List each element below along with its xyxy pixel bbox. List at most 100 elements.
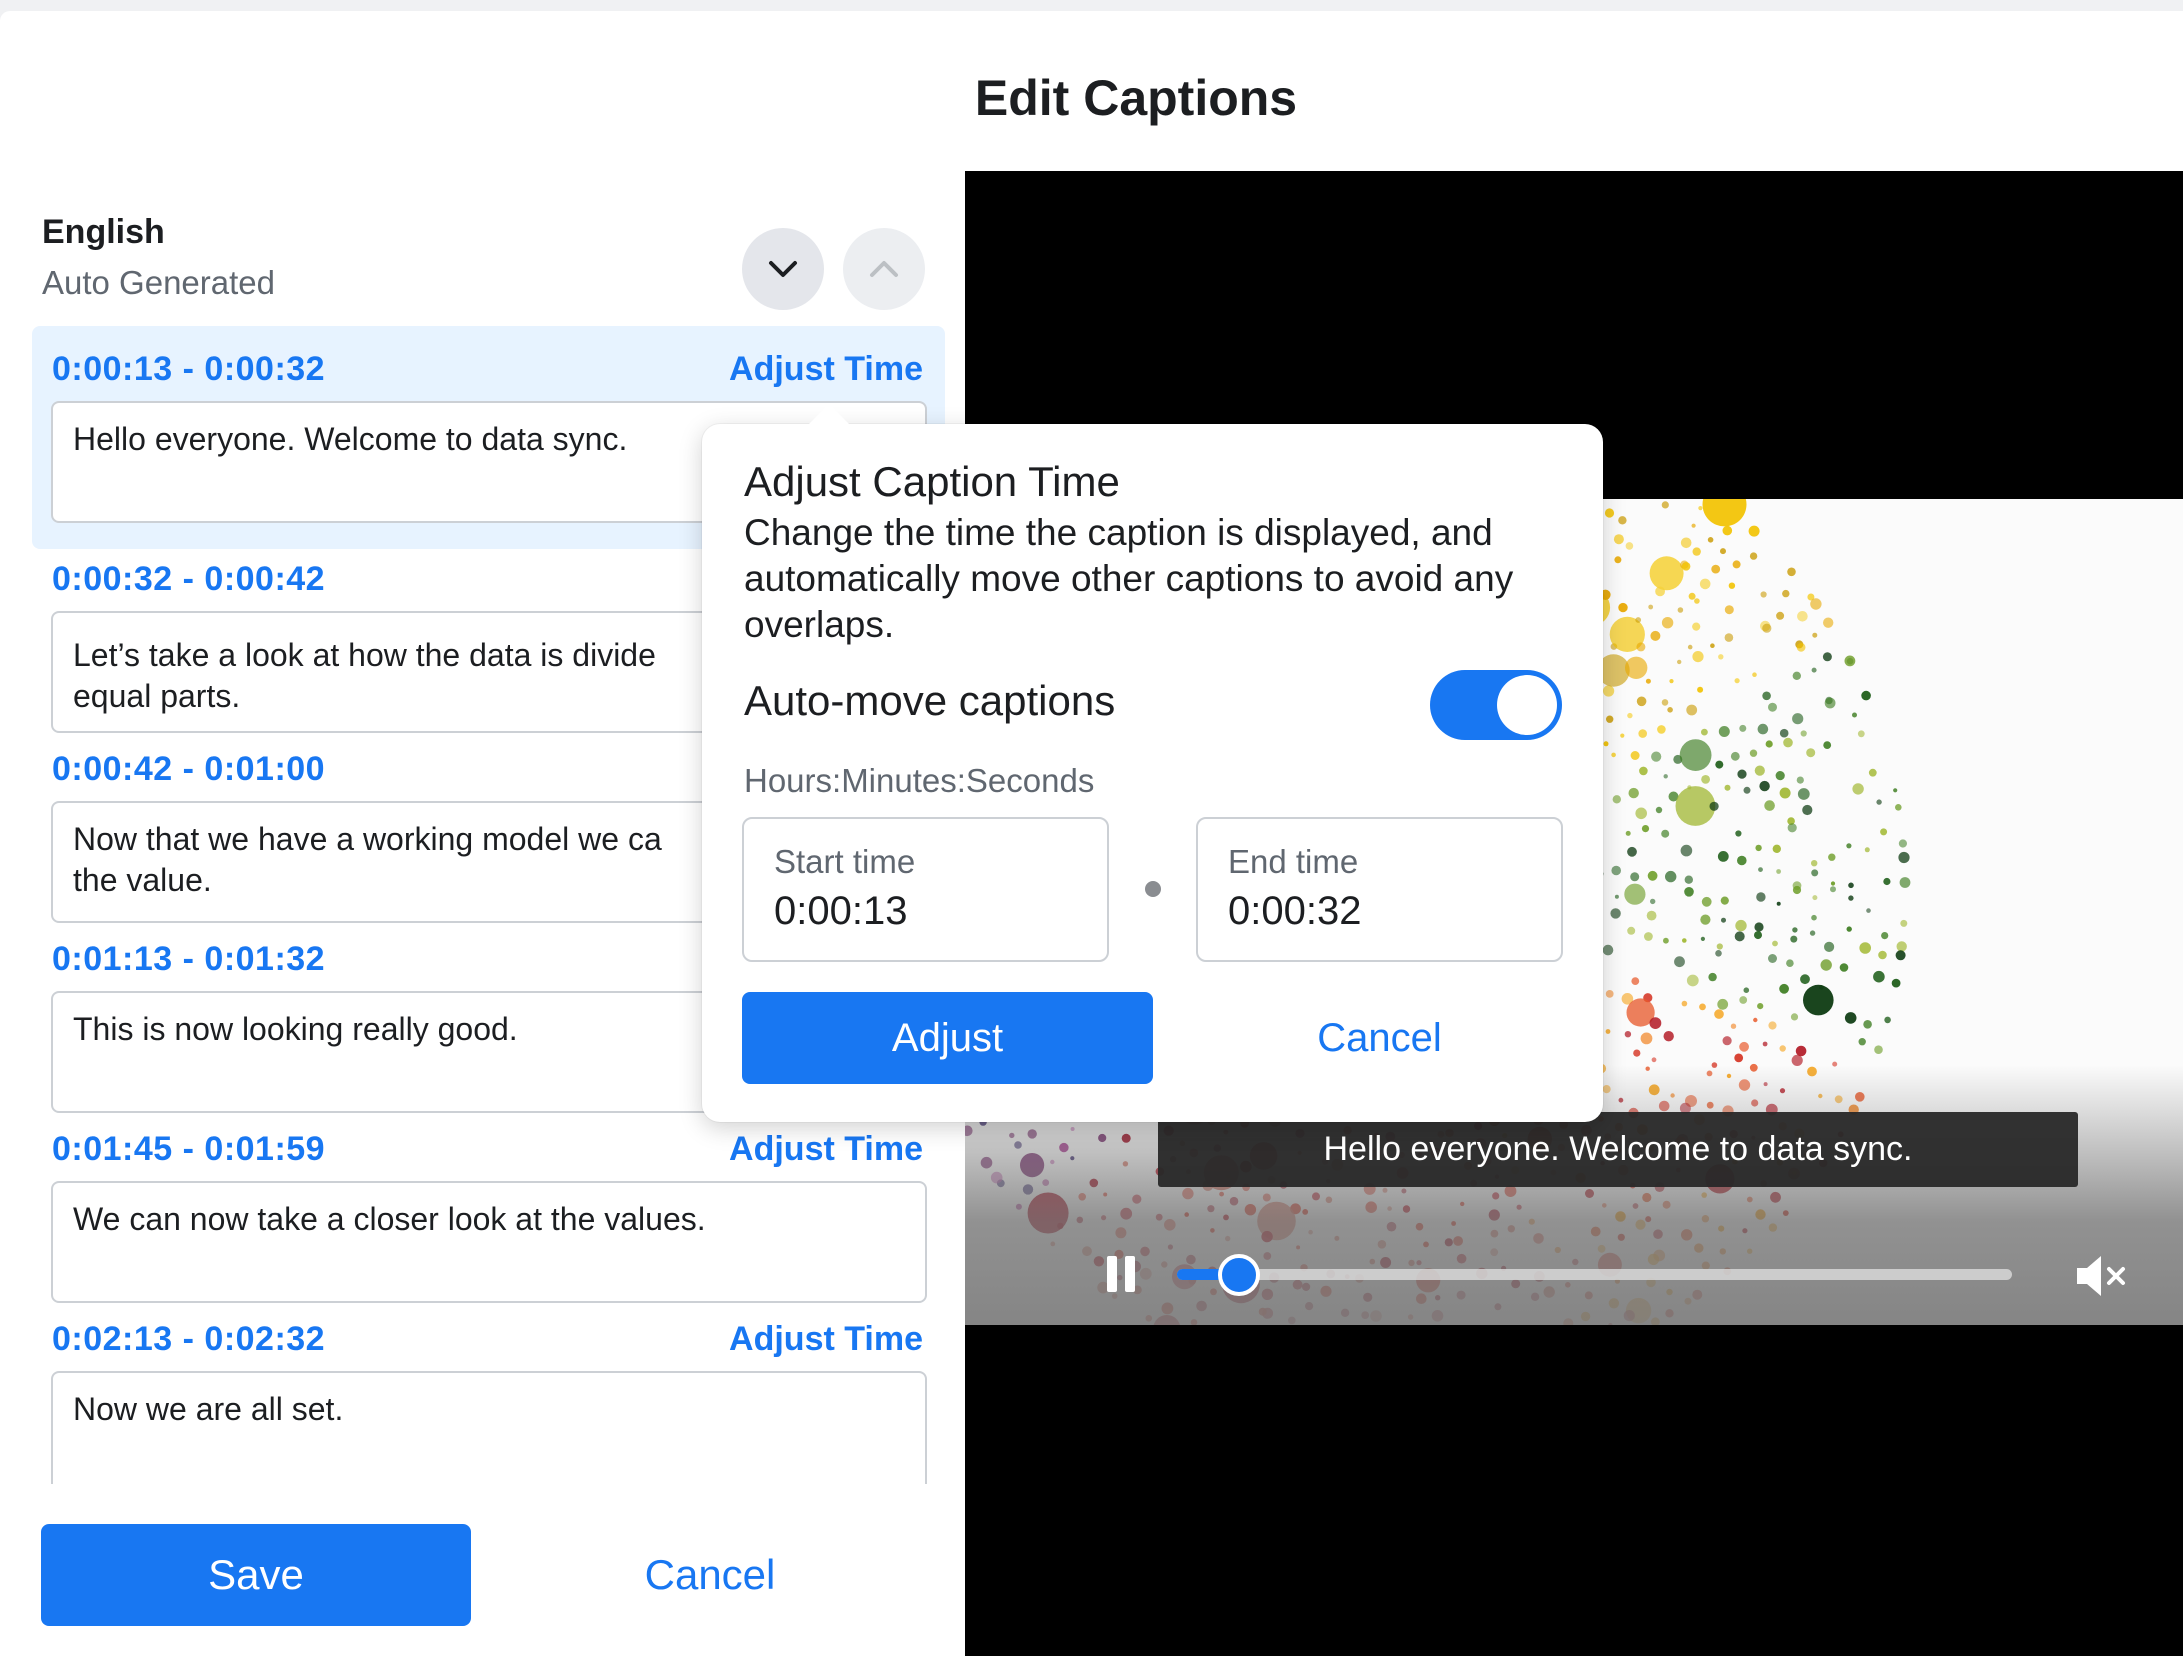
visualization-dot bbox=[1674, 956, 1685, 968]
visualization-dot bbox=[1663, 937, 1669, 944]
adjust-time-link[interactable]: Adjust Time bbox=[729, 1320, 923, 1359]
visualization-dot bbox=[1880, 828, 1888, 836]
caption-text-field[interactable]: We can now take a closer look at the val… bbox=[51, 1181, 927, 1303]
visualization-dot bbox=[1858, 1038, 1866, 1046]
next-caption-button[interactable] bbox=[742, 228, 824, 310]
popover-cancel-button[interactable]: Cancel bbox=[1196, 992, 1563, 1084]
visualization-dot bbox=[1765, 740, 1773, 748]
visualization-dot bbox=[1612, 795, 1621, 804]
visualization-dot bbox=[1891, 978, 1901, 988]
adjust-time-link[interactable]: Adjust Time bbox=[729, 1130, 923, 1169]
caption-text-field[interactable]: Now we are all set. bbox=[51, 1371, 927, 1484]
visualization-dot bbox=[1749, 749, 1758, 757]
visualization-dot bbox=[1812, 632, 1818, 638]
pause-button[interactable] bbox=[1107, 1256, 1137, 1294]
visualization-dot bbox=[1680, 537, 1692, 549]
visualization-dot bbox=[1772, 940, 1778, 947]
caption-item[interactable]: 0:02:13 - 0:02:32 Adjust Time Now we are… bbox=[32, 1296, 945, 1484]
visualization-dot bbox=[1610, 908, 1621, 919]
visualization-dot bbox=[1715, 760, 1724, 769]
visualization-dot bbox=[1710, 643, 1715, 648]
visualization-dot bbox=[1809, 930, 1816, 936]
visualization-dot bbox=[1760, 591, 1767, 598]
adjust-button[interactable]: Adjust bbox=[742, 992, 1153, 1084]
visualization-dot bbox=[1716, 943, 1723, 950]
visualization-dot bbox=[1779, 983, 1789, 994]
visualization-dot bbox=[1630, 751, 1640, 760]
visualization-dot bbox=[1603, 741, 1609, 747]
visualization-dot bbox=[1756, 892, 1766, 902]
cancel-button[interactable]: Cancel bbox=[560, 1524, 860, 1626]
visualization-dot bbox=[1797, 788, 1810, 800]
end-time-field[interactable]: End time 0:00:32 bbox=[1196, 817, 1563, 962]
visualization-dot bbox=[1701, 728, 1708, 736]
visualization-dot bbox=[1852, 712, 1857, 718]
previous-caption-button[interactable] bbox=[843, 228, 925, 310]
visualization-dot bbox=[1787, 823, 1797, 833]
visualization-dot bbox=[1754, 765, 1765, 776]
visualization-dot bbox=[1759, 780, 1770, 792]
caption-text: This is now looking really good. bbox=[73, 1011, 518, 1047]
mute-button[interactable] bbox=[2073, 1251, 2133, 1301]
visualization-dot bbox=[1714, 1009, 1724, 1019]
visualization-dot bbox=[1792, 713, 1804, 725]
visualization-dot bbox=[1721, 917, 1726, 923]
visualization-dot bbox=[1677, 659, 1682, 665]
visualization-dot bbox=[1830, 881, 1836, 886]
visualization-dot bbox=[1650, 630, 1661, 641]
visualization-dot bbox=[1647, 870, 1658, 881]
start-time-field[interactable]: Start time 0:00:13 bbox=[742, 817, 1109, 962]
visualization-dot bbox=[1739, 996, 1748, 1004]
auto-move-label: Auto-move captions bbox=[744, 677, 1116, 724]
caption-time-range: 0:00:42 - 0:01:00 bbox=[52, 750, 326, 788]
visualization-dot bbox=[1749, 552, 1758, 560]
visualization-dot bbox=[1624, 883, 1646, 905]
visualization-dot bbox=[1893, 788, 1898, 793]
visualization-dot bbox=[1790, 935, 1798, 943]
toggle-knob bbox=[1497, 675, 1557, 735]
visualization-dot bbox=[1684, 875, 1693, 884]
seek-handle[interactable] bbox=[1217, 1254, 1260, 1296]
visualization-dot bbox=[1635, 617, 1642, 623]
chevron-up-icon bbox=[870, 261, 898, 277]
visualization-dot bbox=[1754, 931, 1762, 940]
adjust-time-link[interactable]: Adjust Time bbox=[729, 350, 923, 389]
visualization-dot bbox=[1823, 617, 1834, 628]
visualization-dot bbox=[1636, 642, 1646, 652]
visualization-dot bbox=[1687, 644, 1693, 650]
visualization-dot bbox=[1823, 741, 1832, 749]
visualization-dot bbox=[1631, 977, 1640, 985]
visualization-dot bbox=[1730, 751, 1740, 761]
visualization-dot bbox=[1680, 844, 1693, 857]
visualization-dot bbox=[1861, 690, 1871, 701]
visualization-dot bbox=[1734, 1053, 1744, 1063]
page-title: Edit Captions bbox=[974, 70, 1298, 126]
language-source: Auto Generated bbox=[42, 264, 275, 301]
visualization-dot bbox=[1768, 1021, 1777, 1030]
visualization-dot bbox=[1722, 1036, 1732, 1046]
visualization-dot bbox=[1898, 839, 1907, 848]
visualization-dot bbox=[1876, 799, 1882, 805]
visualization-dot bbox=[1691, 523, 1696, 528]
edit-captions-dialog: Edit Captions English Auto Generated 0:0… bbox=[0, 11, 2183, 1656]
time-format-hint: Hours:Minutes:Seconds bbox=[744, 762, 1095, 799]
visualization-dot bbox=[1878, 950, 1887, 960]
visualization-dot bbox=[1776, 901, 1781, 906]
start-time-value: 0:00:13 bbox=[774, 889, 908, 933]
visualization-dot bbox=[1722, 525, 1733, 536]
visualization-dot bbox=[1605, 990, 1614, 998]
caption-item[interactable]: 0:01:45 - 0:01:59 Adjust Time We can now… bbox=[32, 1106, 945, 1303]
visualization-dot bbox=[1797, 611, 1808, 622]
visualization-dot bbox=[1611, 752, 1616, 758]
visualization-dot bbox=[1796, 776, 1804, 784]
visualization-dot bbox=[1724, 784, 1731, 791]
visualization-dot bbox=[1779, 1045, 1786, 1052]
seek-bar[interactable] bbox=[1177, 1269, 2012, 1280]
save-button[interactable]: Save bbox=[41, 1524, 471, 1626]
visualization-dot bbox=[1803, 984, 1834, 1016]
auto-move-toggle[interactable] bbox=[1430, 670, 1562, 740]
visualization-dot bbox=[1720, 548, 1726, 555]
visualization-dot bbox=[1848, 895, 1854, 901]
visualization-dot bbox=[1762, 623, 1772, 633]
caption-time-range: 0:02:13 - 0:02:32 bbox=[52, 1320, 326, 1358]
